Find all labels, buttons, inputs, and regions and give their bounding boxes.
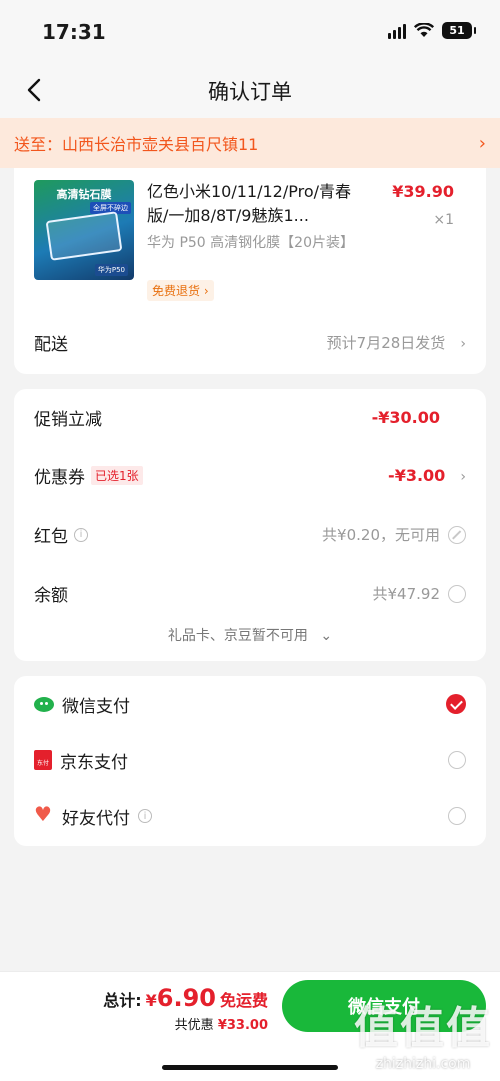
address-text: 送至：山西长治市壶关县百尺镇11 — [14, 135, 259, 154]
promo-label: 促销立减 — [34, 410, 102, 430]
payment-option-wechat[interactable]: 微信支付 — [34, 684, 466, 724]
radio-unchecked-icon[interactable] — [448, 807, 466, 825]
gift-card-note[interactable]: 礼品卡、京豆暂不可用 ⌄ — [14, 625, 486, 645]
status-time: 17:31 — [42, 20, 106, 44]
free-shipping-label: 免运费 — [219, 991, 268, 1010]
status-icons: 51 — [388, 22, 476, 39]
delivery-label: 配送 — [34, 335, 68, 355]
friend-pay-icon — [34, 804, 54, 825]
total-amount: 6.90 — [156, 984, 216, 1012]
saved-label: 共优惠 — [174, 1018, 214, 1033]
product-card: 高清钻石膜 全屏不碎边 华为P50 亿色小米10/11/12/Pro/青春版/一… — [14, 168, 486, 374]
watermark-url: zhizhizhi.com — [375, 1056, 471, 1072]
product-image-title: 高清钻石膜 — [56, 188, 112, 201]
currency-symbol: ¥ — [145, 991, 157, 1010]
balance-label: 余额 — [34, 586, 68, 606]
signal-icon — [388, 23, 406, 39]
phone-screen-graphic — [45, 211, 123, 261]
info-icon[interactable]: i — [138, 809, 152, 823]
coupon-value: -¥3.00 — [388, 466, 446, 485]
payment-option-label: 京东支付 — [60, 752, 128, 773]
radio-checked-icon[interactable] — [446, 694, 466, 714]
delivery-value: 预计7月28日发货 — [326, 334, 446, 352]
product-spec: 华为 P50 高清钢化膜【20片装】 — [147, 235, 354, 251]
chevron-right-icon: › — [460, 469, 466, 485]
watermark-logo: 值值值 — [354, 1003, 492, 1054]
payment-option-friend[interactable]: 好友代付 i — [34, 796, 466, 836]
page-title: 确认订单 — [208, 80, 292, 104]
disabled-radio-icon — [448, 525, 466, 544]
payment-option-label: 好友代付 — [62, 808, 130, 829]
coupon-row[interactable]: 优惠券 已选1张 -¥3.00 › — [34, 463, 466, 488]
radio-unchecked-icon[interactable] — [448, 751, 466, 769]
coupon-label: 优惠券 — [34, 468, 85, 488]
chevron-down-icon: ⌄ — [320, 628, 333, 644]
payment-option-jd[interactable]: 东付 京东支付 — [34, 740, 466, 780]
balance-value: 共¥47.92 — [372, 585, 441, 603]
redpacket-row: 红包 i 共¥0.20，无可用 — [34, 522, 466, 547]
product-name[interactable]: 亿色小米10/11/12/Pro/青春版/一加8/8T/9魅族1... — [147, 180, 367, 228]
info-icon[interactable]: i — [74, 527, 88, 542]
product-price: ¥39.90 — [392, 182, 454, 201]
redpacket-label: 红包 — [34, 527, 68, 547]
status-bar: 17:31 51 — [0, 0, 500, 62]
nav-bar: 确认订单 — [0, 62, 500, 118]
balance-radio[interactable] — [448, 584, 466, 603]
battery-icon: 51 — [442, 22, 476, 39]
saved-amount: ¥33.00 — [217, 1018, 268, 1033]
wechat-icon — [34, 696, 54, 712]
watermark: 值值值 zhizhizhi.com — [354, 992, 492, 1072]
order-total: 总计: ¥6.90 免运费 共优惠 ¥33.00 — [103, 984, 268, 1033]
free-return-tag[interactable]: 免费退货 › — [147, 280, 214, 301]
discount-card: 促销立减 -¥30.00 优惠券 已选1张 -¥3.00 › 红包 i 共¥0.… — [14, 389, 486, 661]
chevron-right-icon: › — [460, 336, 466, 352]
wifi-icon — [414, 23, 434, 37]
coupon-selected-tag: 已选1张 — [91, 466, 143, 485]
total-label: 总计: — [103, 991, 142, 1010]
product-image-tag: 华为P50 — [94, 264, 128, 276]
payment-option-label: 微信支付 — [62, 696, 130, 717]
gift-note-text: 礼品卡、京豆暂不可用 — [167, 628, 308, 644]
address-bar[interactable]: 送至：山西长治市壶关县百尺镇11 › — [0, 118, 500, 168]
payment-card: 微信支付 东付 京东支付 好友代付 i — [14, 676, 486, 846]
product-image[interactable]: 高清钻石膜 全屏不碎边 华为P50 — [34, 180, 134, 280]
promo-value: -¥30.00 — [371, 408, 440, 427]
chevron-right-icon: › — [478, 132, 486, 154]
product-quantity: ×1 — [433, 212, 454, 228]
delivery-row[interactable]: 配送 预计7月28日发货 › — [34, 330, 466, 355]
home-indicator — [162, 1065, 338, 1070]
balance-row[interactable]: 余额 共¥47.92 — [34, 581, 466, 606]
redpacket-value: 共¥0.20，无可用 — [322, 526, 440, 544]
promo-row: 促销立减 -¥30.00 — [34, 405, 466, 430]
jd-pay-icon: 东付 — [34, 750, 52, 770]
